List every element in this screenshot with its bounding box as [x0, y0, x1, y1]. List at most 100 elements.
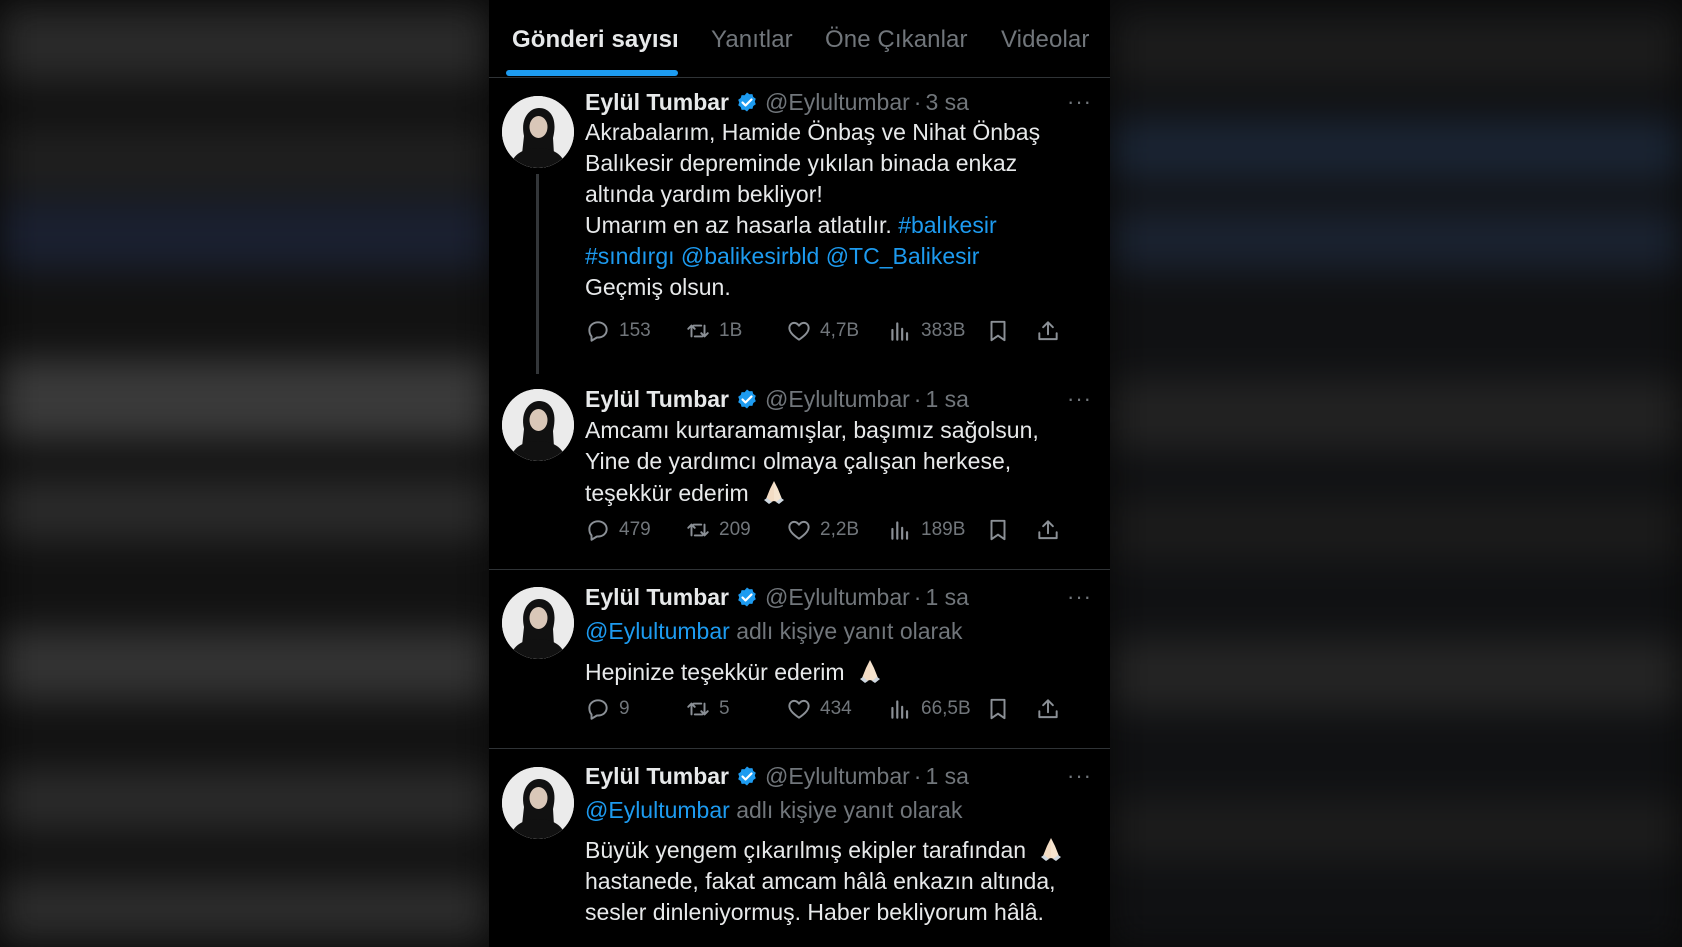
reply-button[interactable]: 153	[585, 318, 651, 344]
handle[interactable]: @Eylultumbar	[765, 763, 910, 790]
timestamp[interactable]: 1 sa	[925, 584, 968, 611]
avatar[interactable]	[502, 767, 574, 839]
active-tab-indicator	[506, 70, 678, 76]
tweet-text: Hepinize teşekkür ederim	[585, 656, 1095, 688]
bookmark-icon	[990, 320, 1006, 342]
more-icon[interactable]: ···	[1067, 386, 1092, 412]
text-line: Balıkesir depreminde yıkılan binada enka…	[585, 150, 1018, 176]
more-icon[interactable]: ···	[1067, 584, 1092, 610]
text-line: Akrabalarım, Hamide Önbaş ve Nihat Önbaş	[585, 119, 1041, 145]
bookmark-button[interactable]	[985, 318, 1011, 344]
tab-videos[interactable]: Videolar	[1001, 26, 1089, 54]
tweet-4[interactable]: Eylül Tumbar @Eylultumbar · 1 sa ··· @Ey…	[489, 749, 1110, 947]
like-button[interactable]: 434	[786, 696, 852, 722]
thread-line	[536, 174, 539, 374]
tweet-actions: 9 5 434 66,5B	[585, 696, 1095, 726]
retweet-count: 5	[719, 698, 730, 719]
views-icon	[891, 700, 909, 719]
reply-button[interactable]: 479	[585, 517, 651, 543]
tab-highlights[interactable]: Öne Çıkanlar	[825, 26, 968, 54]
timestamp[interactable]: 1 sa	[925, 386, 968, 413]
tweet-header: Eylül Tumbar @Eylultumbar · 1 sa	[585, 386, 969, 413]
retweet-button[interactable]: 1B	[685, 318, 742, 344]
display-name[interactable]: Eylül Tumbar	[585, 386, 729, 413]
reply-button[interactable]: 9	[585, 696, 630, 722]
text-segment: Umarım en az hasarla atlatılır.	[585, 212, 892, 238]
text-line: Amcamı kurtaramamışlar, başımız sağolsun…	[585, 417, 1039, 443]
mention-link[interactable]: @Eylultumbar	[585, 618, 730, 644]
mention-link[interactable]: @Eylultumbar	[585, 797, 730, 823]
hashtag-link[interactable]: #sındırgı	[585, 243, 675, 269]
separator-dot: ·	[913, 386, 922, 412]
more-icon[interactable]: ···	[1067, 89, 1092, 115]
views-icon	[891, 521, 909, 540]
separator-dot: ·	[913, 763, 922, 789]
text-line: Geçmiş olsun.	[585, 274, 731, 300]
tweet-text: Amcamı kurtaramamışlar, başımız sağolsun…	[585, 415, 1095, 509]
timestamp[interactable]: 3 sa	[925, 89, 968, 116]
like-icon	[788, 321, 810, 341]
reply-icon	[588, 699, 608, 720]
text-segment: Hepinize teşekkür ederim	[585, 659, 845, 685]
tweet-1[interactable]: Eylül Tumbar @Eylultumbar · 3 sa ··· Akr…	[489, 77, 1110, 379]
like-count: 4,7B	[820, 320, 860, 341]
separator-dot: ·	[913, 584, 922, 610]
blurred-background-left	[0, 0, 489, 947]
retweet-icon	[687, 324, 709, 338]
tweet-text: Büyük yengem çıkarılmış ekipler tarafınd…	[585, 834, 1095, 928]
text-line: Umarım en az hasarla atlatılır. #balıkes…	[585, 210, 1095, 241]
avatar[interactable]	[502, 587, 574, 659]
retweet-count: 1B	[719, 320, 743, 341]
handle[interactable]: @Eylultumbar	[765, 89, 910, 116]
screenshot-frame: Gönderi sayısı Yanıtlar Öne Çıkanlar Vid…	[0, 0, 1682, 947]
text-segment: Büyük yengem çıkarılmış ekipler tarafınd…	[585, 837, 1027, 863]
handle[interactable]: @Eylultumbar	[765, 584, 910, 611]
folded-hands-emoji	[859, 660, 880, 683]
like-button[interactable]: 4,7B	[786, 318, 859, 344]
display-name[interactable]: Eylül Tumbar	[585, 763, 729, 790]
share-button[interactable]	[1035, 696, 1061, 722]
timestamp[interactable]: 1 sa	[925, 763, 968, 790]
tab-replies[interactable]: Yanıtlar	[711, 26, 793, 54]
folded-hands-emoji	[764, 481, 785, 504]
retweet-button[interactable]: 209	[685, 517, 751, 543]
reply-context: @Eylultumbar adlı kişiye yanıt olarak	[585, 795, 1095, 826]
handle[interactable]: @Eylultumbar	[765, 386, 910, 413]
retweet-button[interactable]: 5	[685, 696, 730, 722]
share-icon	[1038, 699, 1058, 719]
share-button[interactable]	[1035, 318, 1061, 344]
blurred-background-right	[1111, 0, 1682, 947]
view-count: 66,5B	[921, 698, 971, 719]
mention-link[interactable]: @TC_Balikesir	[826, 243, 980, 269]
display-name[interactable]: Eylül Tumbar	[585, 584, 729, 611]
views-button[interactable]: 383B	[887, 318, 965, 344]
tweet-header: Eylül Tumbar @Eylultumbar · 1 sa	[585, 763, 969, 790]
like-button[interactable]: 2,2B	[786, 517, 859, 543]
avatar[interactable]	[502, 96, 574, 168]
display-name[interactable]: Eylül Tumbar	[585, 89, 729, 116]
tweet-2[interactable]: Eylül Tumbar @Eylultumbar · 1 sa ··· Amc…	[489, 379, 1110, 570]
bookmark-button[interactable]	[985, 696, 1011, 722]
share-button[interactable]	[1035, 517, 1061, 543]
text-segment: teşekkür ederim	[585, 480, 749, 506]
views-button[interactable]: 189B	[887, 517, 965, 543]
bookmark-icon	[990, 698, 1006, 720]
like-count: 434	[820, 698, 852, 719]
more-icon[interactable]: ···	[1067, 763, 1092, 789]
tweet-header: Eylül Tumbar @Eylultumbar · 1 sa	[585, 584, 969, 611]
views-icon	[891, 322, 909, 341]
share-icon	[1038, 520, 1058, 540]
bookmark-button[interactable]	[985, 517, 1011, 543]
views-button[interactable]: 66,5B	[887, 696, 971, 722]
reply-count: 153	[619, 320, 651, 341]
verified-badge-icon	[738, 92, 756, 111]
tab-posts[interactable]: Gönderi sayısı	[512, 26, 679, 54]
hashtag-link[interactable]: #balıkesir	[898, 212, 996, 238]
avatar[interactable]	[502, 389, 574, 461]
tweet-header: Eylül Tumbar @Eylultumbar · 3 sa	[585, 89, 969, 116]
profile-tabs: Gönderi sayısı Yanıtlar Öne Çıkanlar Vid…	[489, 0, 1110, 78]
mention-link[interactable]: @balikesirbld	[681, 243, 819, 269]
text-line: Büyük yengem çıkarılmış ekipler tarafınd…	[585, 834, 1095, 866]
reply-count: 9	[619, 698, 630, 719]
tweet-3[interactable]: Eylül Tumbar @Eylultumbar · 1 sa ··· @Ey…	[489, 570, 1110, 749]
